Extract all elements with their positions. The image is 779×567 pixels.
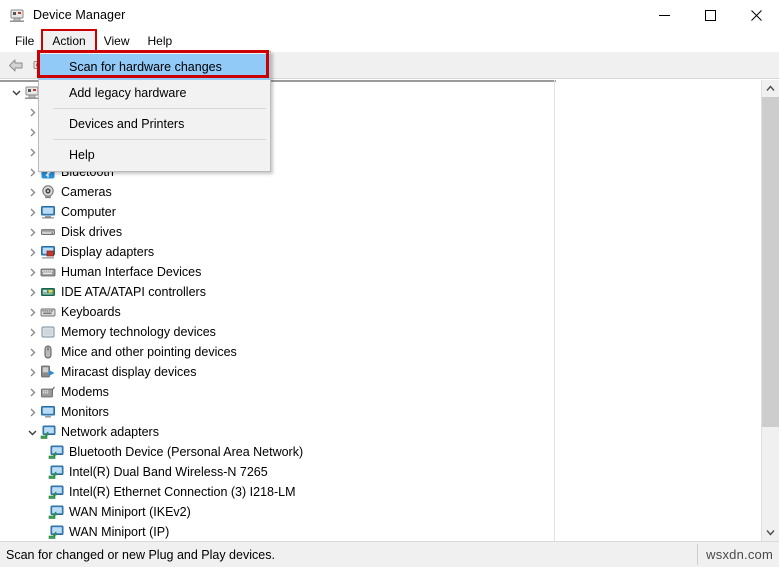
vertical-scrollbar[interactable] [761, 80, 779, 541]
network-adapter-icon [48, 504, 64, 520]
title-bar: Device Manager [0, 0, 779, 30]
menu-action[interactable]: Action [41, 29, 97, 53]
chevron-down-icon[interactable] [24, 424, 40, 440]
scroll-up-button[interactable] [762, 80, 779, 97]
monitor-icon [40, 404, 56, 420]
miracast-icon [40, 364, 56, 380]
menu-separator [53, 108, 266, 109]
tree-row[interactable]: Display adapters [0, 242, 761, 262]
scrollbar-track[interactable] [762, 97, 779, 524]
tree-row[interactable]: IDE ATA/ATAPI controllers [0, 282, 761, 302]
tree-row-label: Memory technology devices [61, 325, 216, 339]
tree-row[interactable]: Mice and other pointing devices [0, 342, 761, 362]
menu-view[interactable]: View [95, 31, 139, 51]
chevron-right-icon[interactable] [24, 304, 40, 320]
minimize-button[interactable] [641, 0, 687, 30]
window-controls [641, 0, 779, 30]
tree-row-label: Network adapters [61, 425, 159, 439]
chevron-down-icon[interactable] [8, 84, 24, 100]
tree-row[interactable]: Intel(R) Dual Band Wireless-N 7265 [0, 462, 761, 482]
status-message: Scan for changed or new Plug and Play de… [6, 547, 275, 562]
tree-row[interactable]: Computer [0, 202, 761, 222]
display-adapter-icon [40, 244, 56, 260]
chevron-right-icon[interactable] [24, 264, 40, 280]
computer-icon [40, 204, 56, 220]
chevron-right-icon[interactable] [24, 384, 40, 400]
tree-row[interactable]: WAN Miniport (IKEv2) [0, 502, 761, 522]
device-manager-icon [9, 7, 25, 23]
tree-row-label: Display adapters [61, 245, 155, 259]
tree-row-label: Modems [61, 385, 109, 399]
action-dropdown-menu: Scan for hardware changes Add legacy hard… [38, 51, 271, 172]
tree-row-label: Mice and other pointing devices [61, 345, 237, 359]
status-bar: Scan for changed or new Plug and Play de… [0, 541, 779, 567]
tree-row[interactable]: Cameras [0, 182, 761, 202]
network-adapter-icon [48, 464, 64, 480]
tree-row-label: WAN Miniport (IKEv2) [69, 505, 191, 519]
tree-row[interactable]: Network adapters [0, 422, 761, 442]
status-separator [697, 544, 698, 565]
chevron-right-icon[interactable] [24, 244, 40, 260]
camera-icon [40, 184, 56, 200]
tree-row[interactable]: Keyboards [0, 302, 761, 322]
action-menu-item[interactable]: Add legacy hardware [39, 80, 270, 106]
tree-row[interactable]: Intel(R) Ethernet Connection (3) I218-LM [0, 482, 761, 502]
chevron-right-icon[interactable] [24, 204, 40, 220]
hid-icon [40, 264, 56, 280]
watermark: wsxdn.com [706, 547, 773, 562]
chevron-right-icon[interactable] [24, 284, 40, 300]
menu-file[interactable]: File [6, 31, 43, 51]
action-menu-item[interactable]: Devices and Printers [39, 111, 270, 137]
menu-bar: File Action View Help [0, 29, 779, 53]
chevron-right-icon[interactable] [24, 224, 40, 240]
tree-row-label: Disk drives [61, 225, 123, 239]
keyboard-icon [40, 304, 56, 320]
tree-row-label: Keyboards [61, 305, 121, 319]
chevron-right-icon[interactable] [24, 344, 40, 360]
tree-row-label: WAN Miniport (IP) [69, 525, 170, 539]
network-adapter-icon [48, 524, 64, 540]
tree-row[interactable]: Miracast display devices [0, 362, 761, 382]
network-adapter-icon [40, 424, 56, 440]
maximize-button[interactable] [687, 0, 733, 30]
tree-row-label: Miracast display devices [61, 365, 197, 379]
tree-row-label: Intel(R) Dual Band Wireless-N 7265 [69, 465, 268, 479]
tree-row-label: Bluetooth Device (Personal Area Network) [69, 445, 304, 459]
tree-row[interactable]: Memory technology devices [0, 322, 761, 342]
tree-row[interactable]: Human Interface Devices [0, 262, 761, 282]
menu-separator [53, 139, 266, 140]
close-button[interactable] [733, 0, 779, 30]
back-arrow-icon[interactable] [5, 54, 27, 76]
tree-row-label: Cameras [61, 185, 112, 199]
tree-row[interactable]: Disk drives [0, 222, 761, 242]
scroll-down-button[interactable] [762, 524, 779, 541]
tree-row-label: Monitors [61, 405, 109, 419]
chevron-right-icon[interactable] [24, 184, 40, 200]
network-adapter-icon [48, 444, 64, 460]
device-manager-window: Device Manager File Action View Help Blu… [0, 0, 779, 567]
chevron-right-icon[interactable] [24, 404, 40, 420]
tree-row-label: Intel(R) Ethernet Connection (3) I218-LM [69, 485, 296, 499]
tree-row-label: Human Interface Devices [61, 265, 202, 279]
chevron-right-icon[interactable] [24, 324, 40, 340]
tree-row[interactable]: WAN Miniport (IP) [0, 522, 761, 541]
scrollbar-thumb[interactable] [762, 97, 779, 427]
action-menu-item[interactable]: Scan for hardware changes [39, 54, 270, 80]
memory-icon [40, 324, 56, 340]
tree-column-divider [554, 80, 555, 541]
disk-drive-icon [40, 224, 56, 240]
menu-help[interactable]: Help [139, 31, 182, 51]
tree-row[interactable]: Bluetooth Device (Personal Area Network) [0, 442, 761, 462]
ide-controller-icon [40, 284, 56, 300]
tree-row[interactable]: Modems [0, 382, 761, 402]
window-title: Device Manager [33, 8, 126, 22]
mouse-icon [40, 344, 56, 360]
tree-row[interactable]: Monitors [0, 402, 761, 422]
tree-row-label: Computer [61, 205, 116, 219]
modem-icon [40, 384, 56, 400]
tree-row-label: IDE ATA/ATAPI controllers [61, 285, 206, 299]
action-menu-item[interactable]: Help [39, 142, 270, 168]
chevron-right-icon[interactable] [24, 364, 40, 380]
network-adapter-icon [48, 484, 64, 500]
